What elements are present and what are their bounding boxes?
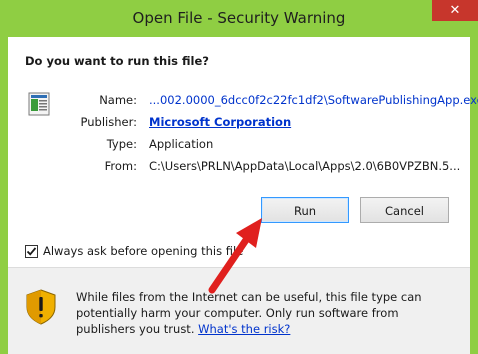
red-arrow-annotation xyxy=(208,218,262,294)
security-warning-window: Open File - Security Warning ✕ Do you wa… xyxy=(0,0,478,354)
